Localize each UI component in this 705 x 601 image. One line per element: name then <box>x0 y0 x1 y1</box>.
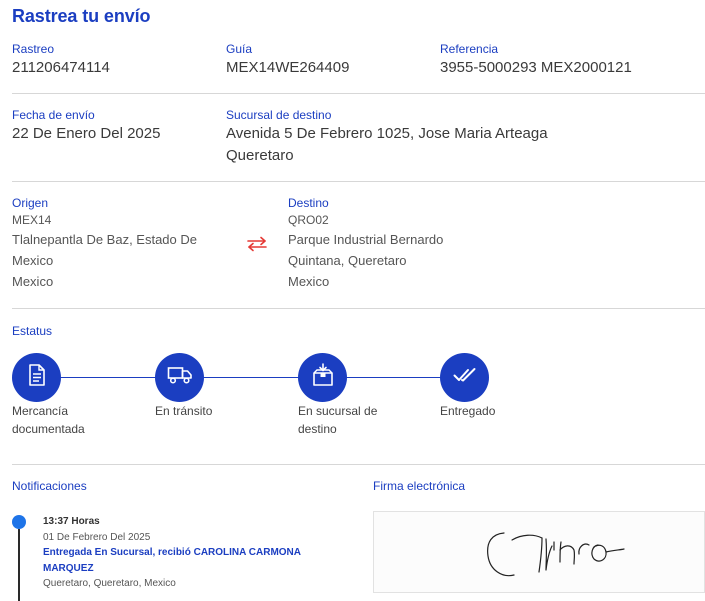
step-mercancia-documentada <box>12 353 61 402</box>
step-label-line: destino <box>298 422 337 436</box>
page-title: Rastrea tu envío <box>12 6 151 26</box>
destino-code: QRO02 <box>288 213 329 227</box>
fecha-envio-label: Fecha de envío <box>12 108 95 122</box>
origen-country: Mexico <box>12 274 54 289</box>
destino-line1: Parque Industrial Bernardo <box>288 232 444 247</box>
notification-message: Entregada En Sucursal, recibió CAROLINA … <box>43 547 301 558</box>
sucursal-destino-field: Sucursal de destino Avenida 5 De Febrero… <box>226 107 548 167</box>
origen-line2: Mexico <box>12 253 54 268</box>
status-progress-line <box>36 377 465 378</box>
guia-field: Guía MEX14WE264409 <box>226 41 349 79</box>
fecha-envio-field: Fecha de envío 22 De Enero Del 2025 <box>12 107 160 145</box>
step-label-entregado: Entregado <box>440 402 495 420</box>
origen-line1: Tlalnepantla De Baz, Estado De <box>12 232 197 247</box>
sucursal-destino-line1: Avenida 5 De Febrero 1025, Jose Maria Ar… <box>226 125 548 142</box>
signature-image <box>487 532 625 577</box>
signature-box <box>373 511 705 593</box>
step-label-mercancia: Mercancía documentada <box>12 402 85 438</box>
firma-label: Firma electrónica <box>373 479 466 493</box>
fecha-envio-value: 22 De Enero Del 2025 <box>12 125 161 142</box>
referencia-value: 3955-5000293 MEX2000121 <box>440 59 632 76</box>
notification-message-cont: MARQUEZ <box>43 562 94 574</box>
divider <box>12 181 705 182</box>
step-label-sucursal: En sucursal de destino <box>298 402 377 438</box>
step-label-line: En sucursal de <box>298 404 378 418</box>
step-label-line: En tránsito <box>155 404 213 418</box>
step-en-sucursal-de-destino <box>298 353 347 402</box>
step-en-transito <box>155 353 204 402</box>
timeline-dot <box>12 515 26 529</box>
referencia-field: Referencia 3955-5000293 MEX2000121 <box>440 41 632 79</box>
notification-item: 13:37 Horas 01 De Febrero Del 2025 Entre… <box>43 514 343 592</box>
rastreo-value: 211206474114 <box>12 59 110 76</box>
divider <box>12 93 705 94</box>
rastreo-field: Rastreo 211206474114 <box>12 41 110 79</box>
destino-label: Destino <box>288 196 329 210</box>
destino-line2: Quintana, Queretaro <box>288 253 407 268</box>
double-check-icon <box>453 367 477 388</box>
sucursal-destino-label: Sucursal de destino <box>226 108 332 122</box>
referencia-label: Referencia <box>440 42 499 56</box>
step-label-line: Mercancía <box>12 404 69 418</box>
estatus-label: Estatus <box>12 324 53 338</box>
sucursal-destino-line2: Queretaro <box>226 147 294 164</box>
swap-arrows-icon <box>246 236 268 252</box>
divider <box>12 308 705 309</box>
destino-country: Mexico <box>288 274 330 289</box>
step-label-transito: En tránsito <box>155 402 212 420</box>
notification-place: Queretaro, Queretaro, Mexico <box>43 578 176 589</box>
document-icon <box>27 364 47 391</box>
truck-icon <box>167 365 193 390</box>
timeline-line <box>18 529 20 601</box>
notification-date: 01 De Febrero Del 2025 <box>43 531 151 543</box>
destino-field: Destino QRO02 Parque Industrial Bernardo… <box>288 195 443 292</box>
notification-time: 13:37 Horas <box>43 516 100 527</box>
origen-code: MEX14 <box>12 213 52 227</box>
origen-label: Origen <box>12 196 49 210</box>
divider <box>12 464 705 465</box>
tracking-page: Rastrea tu envío Rastreo 211206474114 Gu… <box>0 0 705 601</box>
notificaciones-label: Notificaciones <box>12 479 87 493</box>
step-label-line: documentada <box>12 422 85 436</box>
guia-value: MEX14WE264409 <box>226 59 350 76</box>
branch-box-icon <box>311 363 335 392</box>
step-label-line: Entregado <box>440 404 496 418</box>
step-entregado <box>440 353 489 402</box>
rastreo-label: Rastreo <box>12 42 55 56</box>
guia-label: Guía <box>226 42 253 56</box>
origen-field: Origen MEX14 Tlalnepantla De Baz, Estado… <box>12 195 197 292</box>
